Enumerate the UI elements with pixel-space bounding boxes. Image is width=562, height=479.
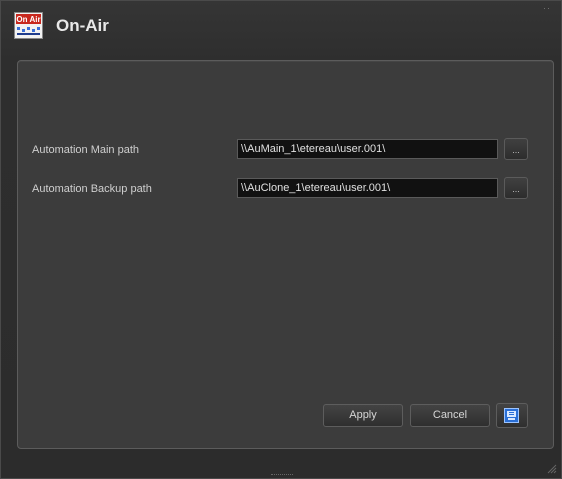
automation-backup-path-label: Automation Backup path (32, 183, 152, 195)
automation-main-path-input[interactable]: \\AuMain_1\etereau\user.001\ (237, 139, 498, 159)
on-air-logo-icon: On Air (14, 12, 43, 39)
cancel-button[interactable]: Cancel (410, 404, 490, 427)
dialog-window: ·· On Air On-Air Automation Main path \\… (0, 0, 562, 479)
browse-main-path-button[interactable]: ... (504, 138, 528, 160)
resize-grip-icon[interactable] (547, 464, 557, 474)
apply-button[interactable]: Apply (323, 404, 403, 427)
automation-backup-path-input[interactable]: \\AuClone_1\etereau\user.001\ (237, 178, 498, 198)
bottom-resize-handle[interactable] (271, 474, 293, 477)
browse-backup-path-button[interactable]: ... (504, 177, 528, 199)
window-close-control[interactable]: ·· (543, 4, 555, 13)
window-title: On-Air (56, 16, 109, 35)
settings-panel (17, 60, 554, 449)
help-icon (504, 408, 519, 423)
help-button[interactable] (496, 403, 528, 428)
logo-text: On Air (16, 15, 40, 24)
automation-main-path-label: Automation Main path (32, 144, 140, 156)
